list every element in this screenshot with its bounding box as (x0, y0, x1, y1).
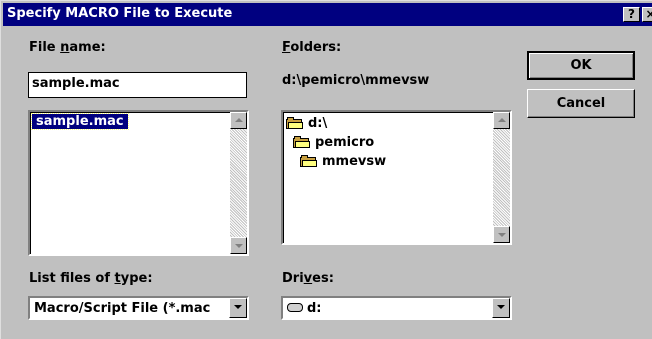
file-name-value: sample.mac (32, 76, 120, 91)
open-folder-icon (300, 155, 318, 167)
folder-tree-scrollbar[interactable] (493, 112, 510, 243)
drives-label: Drives: (282, 271, 334, 286)
cancel-button[interactable]: Cancel (527, 89, 635, 118)
chevron-down-icon (234, 305, 242, 309)
scroll-up-button[interactable] (230, 112, 247, 129)
window-title: Specify MACRO File to Execute (7, 6, 233, 21)
folder-item-mmevsw[interactable]: mmevsw (300, 153, 386, 169)
folder-item-d[interactable]: d:\ (286, 115, 327, 131)
scroll-down-button[interactable] (230, 237, 247, 254)
folder-label: d:\ (308, 115, 328, 131)
file-type-label: List files of type: (29, 271, 153, 286)
drives-value: d: (287, 301, 322, 316)
current-path: d:\pemicro\mmevsw (282, 73, 430, 88)
arrow-up-icon (235, 118, 243, 122)
folder-label: mmevsw (322, 153, 387, 169)
file-name-label: File name: (29, 40, 106, 55)
dialog-window: Specify MACRO File to Execute ? × File n… (0, 0, 652, 339)
folders-label: Folders: (282, 40, 342, 55)
arrow-down-icon (498, 233, 506, 237)
ok-button[interactable]: OK (527, 51, 635, 80)
arrow-up-icon (498, 118, 506, 122)
folder-label: pemicro (315, 134, 375, 150)
file-type-select[interactable]: Macro/Script File (*.mac (28, 296, 249, 320)
file-type-value: Macro/Script File (*.mac (34, 301, 211, 316)
open-folder-icon (293, 136, 311, 148)
scroll-down-button[interactable] (493, 226, 510, 243)
open-folder-icon (286, 117, 304, 129)
drives-dropdown-button[interactable] (492, 298, 510, 318)
chevron-down-icon (497, 305, 505, 309)
drives-select[interactable]: d: (281, 296, 512, 320)
drive-icon (287, 303, 303, 312)
folder-tree[interactable]: d:\ pemicro mmevsw (281, 110, 512, 245)
arrow-down-icon (235, 244, 243, 248)
close-button[interactable]: × (642, 7, 652, 22)
help-button[interactable]: ? (623, 7, 640, 22)
title-bar: Specify MACRO File to Execute ? × (3, 3, 652, 26)
list-item[interactable]: sample.mac (31, 113, 129, 130)
file-type-dropdown-button[interactable] (229, 298, 247, 318)
file-name-input[interactable]: sample.mac (28, 72, 247, 98)
drive-label: d: (307, 301, 322, 316)
file-list-scrollbar[interactable] (230, 112, 247, 254)
file-list[interactable]: sample.mac (28, 110, 249, 256)
scroll-up-button[interactable] (493, 112, 510, 129)
folder-item-pemicro[interactable]: pemicro (293, 134, 374, 150)
